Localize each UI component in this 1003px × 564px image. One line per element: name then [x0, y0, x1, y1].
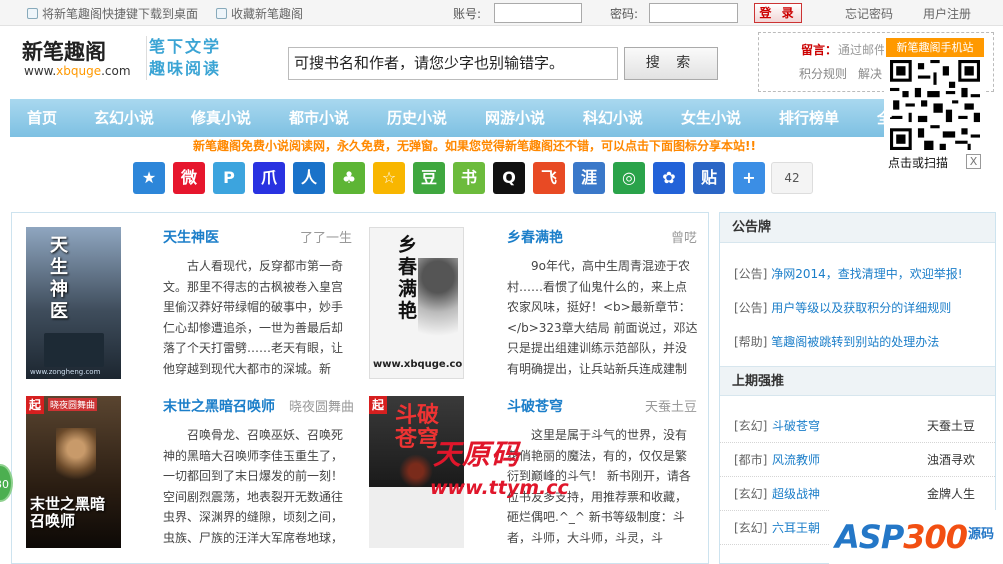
book-description: 召唤骨龙、召唤巫妖、召唤死神的黑暗大召唤师李佳玉重生了，一切都回到了末日爆发的前… [163, 428, 344, 545]
search-input[interactable]: 可搜书名和作者，请您少字也别输错字。 [288, 47, 618, 80]
watermark-url: www.ttym.cc [430, 477, 569, 499]
character-icon [56, 428, 96, 488]
password-label: 密码: [610, 7, 639, 21]
kaixin-share-icon[interactable]: ♣ [333, 162, 365, 194]
nav-lishi[interactable]: 历史小说 [387, 99, 447, 137]
announce-heading: 公告牌 [720, 213, 995, 243]
close-icon[interactable]: X [966, 154, 981, 169]
house-icon [27, 8, 38, 19]
site-logo[interactable]: 新笔趣阁 [22, 36, 106, 66]
forgot-password-link[interactable]: 忘记密码 [845, 5, 893, 22]
weekly-item[interactable]: [都市] 风流教师 浊酒寻欢 [720, 443, 995, 477]
baidu-share-icon[interactable]: 爪 [253, 162, 285, 194]
book-description: 古人看现代，反穿都市第一奇文。那里不得志的古枫被卷入皇宫里偷汉莽好带绿帽的破事中… [163, 259, 344, 376]
book-cover[interactable]: 乡春满艳 www.xbquge.com [369, 227, 464, 379]
douban-share-icon[interactable]: 豆 [413, 162, 445, 194]
tencent-weibo-share-icon[interactable]: P [213, 162, 245, 194]
message-text[interactable]: 通过邮件 [838, 41, 886, 58]
book-description: 9o年代，高中生周青混迹于农村……看惯了仙鬼什么的，来上点农家风味，挺好！<b>… [507, 259, 698, 376]
slogan: 笔下文学 趣味阅读 [146, 36, 251, 80]
message-title: 留言： [801, 43, 838, 57]
announce-item[interactable]: [公告] 用户等级以及获取积分的详细规则 [734, 299, 951, 316]
nav-kehuan[interactable]: 科幻小说 [583, 99, 643, 137]
book-cover[interactable]: 天生神医 www.zongheng.com [26, 227, 121, 379]
weekly-item[interactable]: [玄幻] 超级战神 金牌人生 [720, 477, 995, 511]
feixin-share-icon[interactable]: 飞 [533, 162, 565, 194]
tieba-share-icon[interactable]: 贴 [693, 162, 725, 194]
nav-wangyou[interactable]: 网游小说 [485, 99, 545, 137]
featured-books: 天生神医 www.zongheng.com 天生神医 了了一生 古人看现代，反穿… [11, 212, 709, 564]
warrior-icon [399, 454, 433, 488]
weekly-item[interactable]: [玄幻] 斗破苍穹 天蚕土豆 [720, 409, 995, 443]
bookmark-share-icon[interactable]: ☆ [373, 162, 405, 194]
book-title[interactable]: 斗破苍穹 [507, 396, 563, 416]
sohu-share-icon[interactable]: ◎ [613, 162, 645, 194]
book-share-icon[interactable]: 书 [453, 162, 485, 194]
announce-item[interactable]: [帮助] 笔趣阁被跳转到别站的处理办法 [734, 333, 939, 350]
site-url: www.xbquge.com [24, 64, 131, 78]
password-input[interactable] [649, 3, 738, 23]
points-rules-link[interactable]: 积分规则 [799, 65, 847, 82]
bookmark-icon [216, 8, 227, 19]
qq-share-icon[interactable]: Q [493, 162, 525, 194]
collect-share-icon[interactable]: 涯 [573, 162, 605, 194]
weibo-share-icon[interactable]: 微 [173, 162, 205, 194]
nav-ranking[interactable]: 排行榜单 [779, 99, 839, 137]
login-button[interactable]: 登 录 [754, 3, 802, 23]
account-label: 账号: [453, 7, 482, 21]
book-author[interactable]: 了了一生 [282, 227, 352, 246]
nav-home[interactable]: 首页 [27, 99, 57, 137]
share-promo-text: 新笔趣阁免费小说阅读网，永久免费，无弹窗。如果您觉得新笔趣阁还不错，可以点击下面… [193, 139, 756, 153]
baidu-space-share-icon[interactable]: ✿ [653, 162, 685, 194]
watermark-text: 天原码 [433, 438, 521, 471]
weekly-heading: 上期强推 [720, 366, 995, 396]
book-author[interactable]: 晓夜圆舞曲 [282, 396, 354, 415]
renren-share-icon[interactable]: 人 [293, 162, 325, 194]
book-title[interactable]: 天生神医 [163, 227, 219, 247]
book-title[interactable]: 乡春满艳 [507, 227, 563, 247]
mobile-qr-panel: 新笔趣阁手机站 点击或扫描 X [884, 38, 984, 172]
book-author[interactable]: 天蚕土豆 [627, 396, 697, 415]
favorite-link[interactable]: 收藏新笔趣阁 [216, 5, 303, 22]
nav-xiuzhen[interactable]: 修真小说 [191, 99, 251, 137]
asp300-logo: ASP300 源码 [829, 510, 1003, 564]
main-nav: 首页 玄幻小说 修真小说 都市小说 历史小说 网游小说 科幻小说 女生小说 排行… [10, 99, 892, 137]
shortcut-link[interactable]: 将新笔趣阁快捷键下载到桌面 [27, 5, 198, 22]
top-bar: 将新笔趣阁快捷键下载到桌面 收藏新笔趣阁 账号: 密码: 登 录 忘记密码 用户… [0, 0, 1003, 26]
solve-link[interactable]: 解决 [858, 65, 882, 82]
qr-caption: 点击或扫描 [888, 156, 949, 170]
nav-all[interactable]: 全 [877, 99, 892, 137]
nav-dushi[interactable]: 都市小说 [289, 99, 349, 137]
share-count[interactable]: 42 [771, 162, 813, 194]
search-button[interactable]: 搜 索 [624, 47, 718, 80]
announce-item[interactable]: [公告] 净网2014，查找清理中，欢迎举报! [734, 265, 963, 282]
more-share-icon[interactable]: + [733, 162, 765, 194]
portrait-icon [418, 258, 458, 353]
star-share-icon[interactable]: ★ [133, 162, 165, 194]
book-author[interactable]: 曾呓 [627, 227, 697, 246]
register-link[interactable]: 用户注册 [923, 5, 971, 22]
figure-icon [44, 333, 104, 367]
nav-xuanhuan[interactable]: 玄幻小说 [94, 99, 154, 137]
qr-header[interactable]: 新笔趣阁手机站 [886, 38, 984, 57]
account-input[interactable] [494, 3, 582, 23]
book-cover[interactable]: 起 晓夜圆舞曲 末世之黑暗召唤师 [26, 396, 121, 548]
qr-code-icon[interactable] [890, 60, 980, 150]
book-title[interactable]: 末世之黑暗召唤师 [163, 396, 275, 416]
nav-nvsheng[interactable]: 女生小说 [681, 99, 741, 137]
